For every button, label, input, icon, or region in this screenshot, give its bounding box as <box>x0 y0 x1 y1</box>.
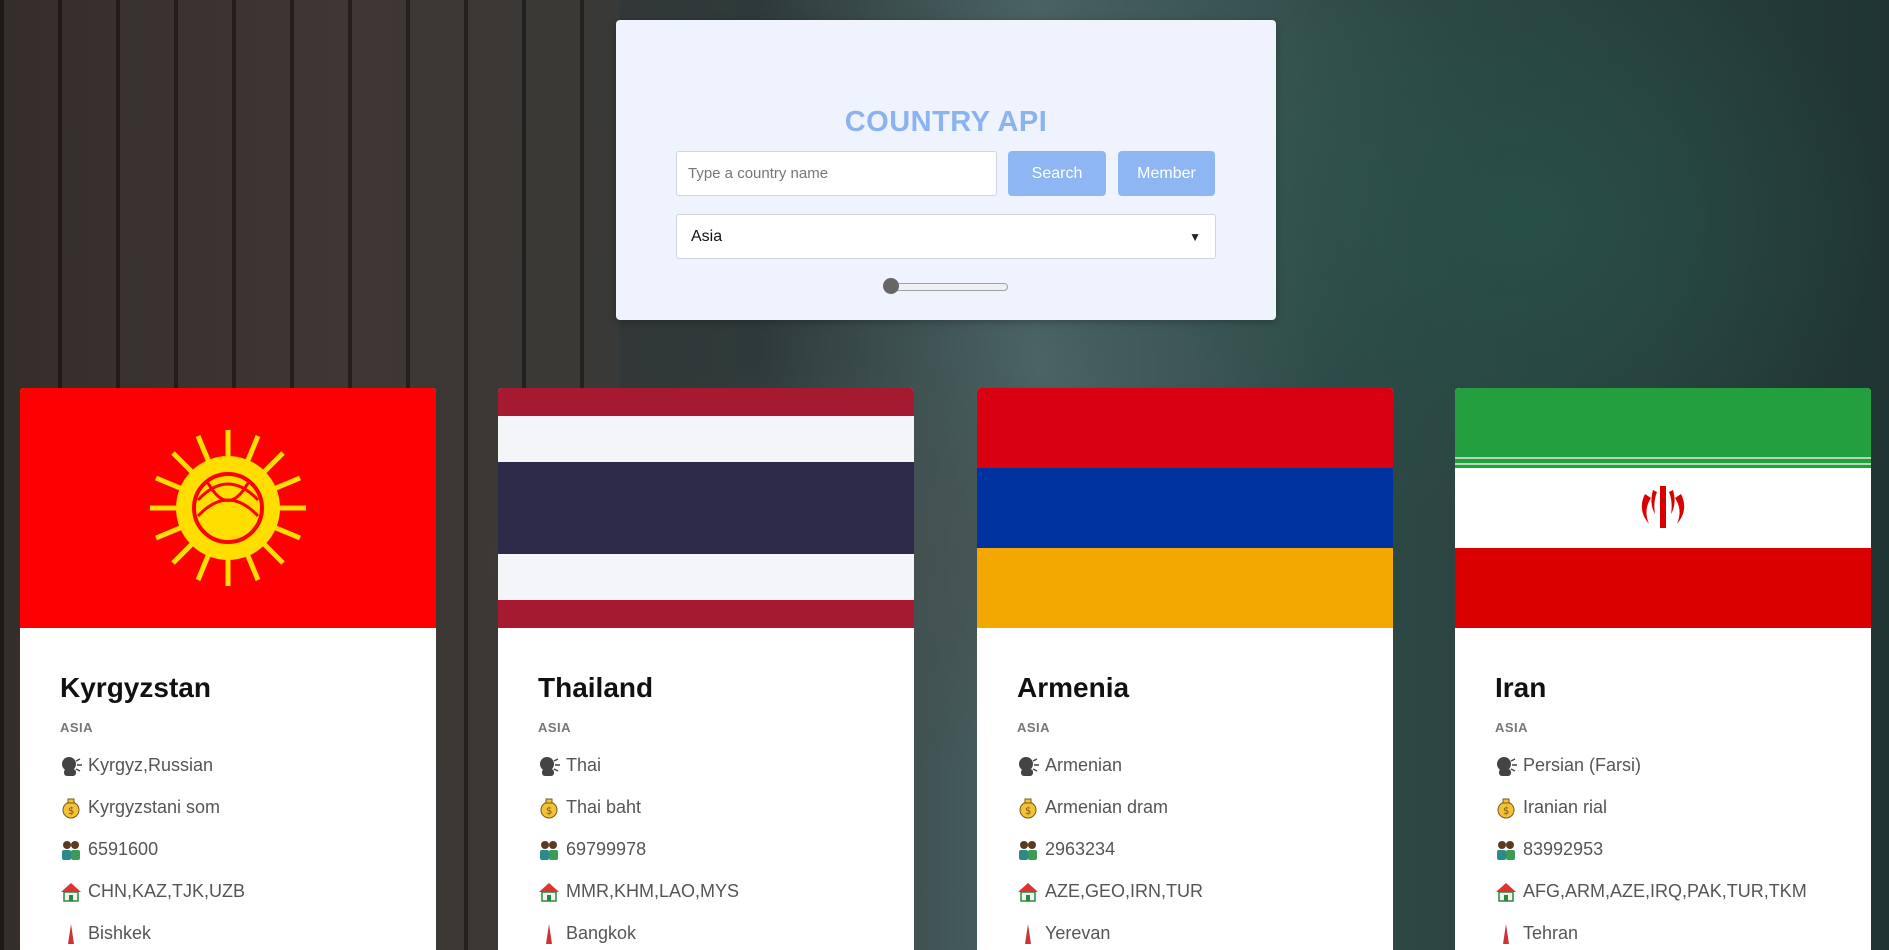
country-card[interactable]: Iran ASIA Persian (Farsi) $ Iranian rial … <box>1455 388 1871 950</box>
tower-icon <box>1017 923 1039 945</box>
borders-row: AZE,GEO,IRN,TUR <box>1017 880 1373 903</box>
population-row: 83992953 <box>1495 838 1851 861</box>
country-card[interactable]: Thailand ASIA Thai $ Thai baht 69799978 M… <box>498 388 914 950</box>
chevron-down-icon: ▼ <box>1189 229 1201 244</box>
country-name: Armenia <box>1017 672 1130 703</box>
region-select-value: Asia <box>691 227 723 245</box>
speaking-head-icon <box>538 755 560 777</box>
house-icon <box>1495 881 1517 903</box>
house-icon <box>538 881 560 903</box>
svg-text:$: $ <box>68 806 74 817</box>
capital-row: Bishkek <box>60 922 416 945</box>
population-row: 6591600 <box>60 838 416 861</box>
svg-text:$: $ <box>546 806 552 817</box>
tower-icon <box>1495 923 1517 945</box>
currency-row: $ Iranian rial <box>1495 796 1851 819</box>
house-icon <box>1017 881 1039 903</box>
flag-image <box>20 388 436 628</box>
capital-row: Bangkok <box>538 922 894 945</box>
search-button[interactable]: Search <box>1008 151 1106 196</box>
flag-image <box>498 388 914 628</box>
capital-row: Tehran <box>1495 922 1851 945</box>
slider-thumb[interactable] <box>883 278 899 294</box>
country-region: ASIA <box>60 720 94 735</box>
country-region: ASIA <box>1495 720 1529 735</box>
languages-row: Kyrgyz,Russian <box>60 754 416 777</box>
languages-row: Persian (Farsi) <box>1495 754 1851 777</box>
country-name: Kyrgyzstan <box>60 672 211 703</box>
money-bag-icon: $ <box>1017 797 1039 819</box>
people-icon <box>1495 839 1517 861</box>
country-card[interactable]: Kyrgyzstan ASIA Kyrgyz,Russian $ Kyrgyzst… <box>20 388 436 950</box>
search-panel: COUNTRY API Search Member Asia ▼ <box>616 20 1276 320</box>
country-name: Thailand <box>538 672 654 703</box>
currency-row: $ Armenian dram <box>1017 796 1373 819</box>
borders-row: CHN,KAZ,TJK,UZB <box>60 880 416 903</box>
people-icon <box>60 839 82 861</box>
country-card[interactable]: Armenia ASIA Armenian $ Armenian dram 296… <box>977 388 1393 950</box>
speaking-head-icon <box>1017 755 1039 777</box>
tower-icon <box>60 923 82 945</box>
app-title: COUNTRY API <box>844 106 1048 138</box>
tower-icon <box>538 923 560 945</box>
country-region: ASIA <box>538 720 572 735</box>
people-icon <box>1017 839 1039 861</box>
borders-row: AFG,ARM,AZE,IRQ,PAK,TUR,TKM <box>1495 880 1851 903</box>
house-icon <box>60 881 82 903</box>
flag-image <box>1455 388 1871 628</box>
money-bag-icon: $ <box>1495 797 1517 819</box>
borders-row: MMR,KHM,LAO,MYS <box>538 880 894 903</box>
speaking-head-icon <box>60 755 82 777</box>
population-row: 2963234 <box>1017 838 1373 861</box>
country-search-input[interactable] <box>676 151 997 196</box>
svg-text:$: $ <box>1503 806 1509 817</box>
currency-row: $ Kyrgyzstani som <box>60 796 416 819</box>
currency-row: $ Thai baht <box>538 796 894 819</box>
languages-row: Thai <box>538 754 894 777</box>
money-bag-icon: $ <box>60 797 82 819</box>
member-button[interactable]: Member <box>1118 151 1215 196</box>
region-select[interactable]: Asia ▼ <box>676 214 1216 259</box>
country-region: ASIA <box>1017 720 1051 735</box>
range-slider[interactable] <box>883 278 1008 294</box>
flag-image <box>977 388 1393 628</box>
svg-text:$: $ <box>1025 806 1031 817</box>
country-name: Iran <box>1495 672 1547 703</box>
speaking-head-icon <box>1495 755 1517 777</box>
capital-row: Yerevan <box>1017 922 1373 945</box>
money-bag-icon: $ <box>538 797 560 819</box>
population-row: 69799978 <box>538 838 894 861</box>
languages-row: Armenian <box>1017 754 1373 777</box>
people-icon <box>538 839 560 861</box>
